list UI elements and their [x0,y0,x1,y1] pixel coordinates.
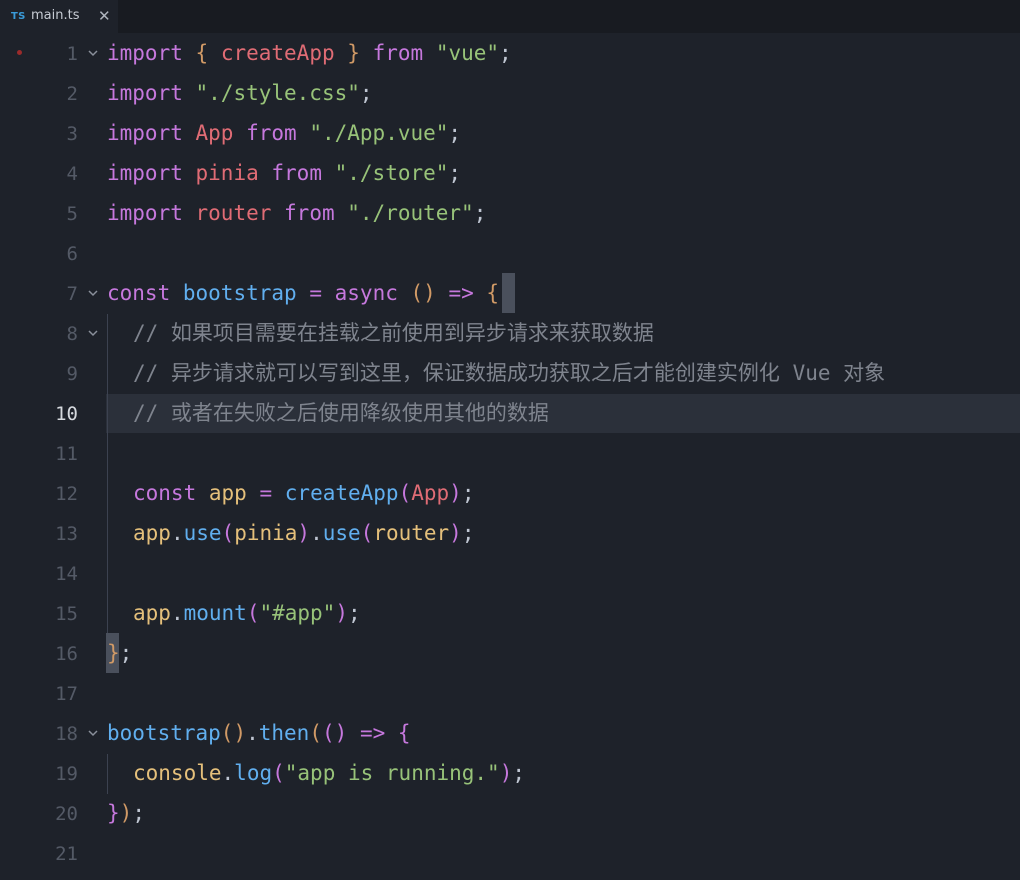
code-line[interactable]: 6 [0,234,1020,274]
code-text: import { createApp } from "vue"; [107,41,512,65]
line-number: 8 [66,323,78,345]
line-number: 15 [55,603,78,625]
code-line[interactable]: 16 }; [0,634,1020,674]
tab-filename: main.ts [31,8,80,23]
code-line[interactable]: 4 import pinia from "./store"; [0,154,1020,194]
code-line[interactable]: 11 [0,434,1020,474]
line-number: 13 [55,523,78,545]
tab-main-ts[interactable]: TS main.ts ✕ [0,0,118,33]
code-line[interactable]: 19 console.log("app is running."); [0,754,1020,794]
line-number: 5 [66,203,78,225]
code-comment: // 异步请求就可以写到这里，保证数据成功获取之后才能创建实例化 Vue 对象 [133,361,886,385]
code-text: import pinia from "./store"; [107,161,462,185]
code-comment: // 如果项目需要在挂载之前使用到异步请求来获取数据 [133,321,654,345]
line-number: 11 [55,443,78,465]
code-text: import router from "./router"; [107,201,487,225]
code-line-active[interactable]: 10 // 或者在失败之后使用降级使用其他的数据 [0,394,1020,434]
code-line[interactable]: 21 [0,834,1020,874]
close-icon[interactable]: ✕ [98,7,111,25]
code-line[interactable]: 5 import router from "./router"; [0,194,1020,234]
line-number: 2 [66,83,78,105]
code-text: }); [107,801,145,825]
line-number: 3 [66,123,78,145]
line-number: 6 [66,243,78,265]
line-number: 17 [55,683,78,705]
code-line[interactable]: 14 [0,554,1020,594]
code-line[interactable]: 18 bootstrap().then(() => { [0,714,1020,754]
chevron-down-icon[interactable] [87,47,99,59]
line-number: 14 [55,563,78,585]
code-line[interactable]: 8 // 如果项目需要在挂载之前使用到异步请求来获取数据 [0,314,1020,354]
line-number: 16 [55,643,78,665]
code-line[interactable]: 9 // 异步请求就可以写到这里，保证数据成功获取之后才能创建实例化 Vue 对… [0,354,1020,394]
code-line[interactable]: 13 app.use(pinia).use(router); [0,514,1020,554]
code-text: const app = createApp(App); [133,481,475,505]
line-number: 20 [55,803,78,825]
line-number: 18 [55,723,78,745]
code-line[interactable]: 3 import App from "./App.vue"; [0,114,1020,154]
code-line[interactable]: 2 import "./style.css"; [0,74,1020,114]
chevron-down-icon[interactable] [87,327,99,339]
code-editor[interactable]: 1 import { createApp } from "vue"; 2 imp… [0,34,1020,880]
code-text: import "./style.css"; [107,81,373,105]
code-text: }; [107,641,133,665]
code-text: app.mount("#app"); [133,601,361,625]
code-text: app.use(pinia).use(router); [133,521,475,545]
tab-bar: TS main.ts ✕ [0,0,1020,33]
line-number: 12 [55,483,78,505]
typescript-icon: TS [11,11,26,22]
code-comment: // 或者在失败之后使用降级使用其他的数据 [133,401,549,425]
code-text: console.log("app is running."); [133,761,526,785]
code-line[interactable]: 12 const app = createApp(App); [0,474,1020,514]
line-number: 19 [55,763,78,785]
code-line[interactable]: 17 [0,674,1020,714]
line-number: 10 [55,403,78,425]
line-number: 7 [66,283,78,305]
chevron-down-icon[interactable] [87,287,99,299]
line-number: 9 [66,363,78,385]
code-line[interactable]: 1 import { createApp } from "vue"; [0,34,1020,74]
code-line[interactable]: 7 const bootstrap = async () => { [0,274,1020,314]
line-number: 1 [66,43,78,65]
code-line[interactable]: 15 app.mount("#app"); [0,594,1020,634]
code-text: const bootstrap = async () => { [107,281,500,305]
code-text: import App from "./App.vue"; [107,121,462,145]
line-number: 21 [55,843,78,865]
code-text: bootstrap().then(() => { [107,721,411,745]
chevron-down-icon[interactable] [87,727,99,739]
code-line[interactable]: 20 }); [0,794,1020,834]
line-number: 4 [66,163,78,185]
